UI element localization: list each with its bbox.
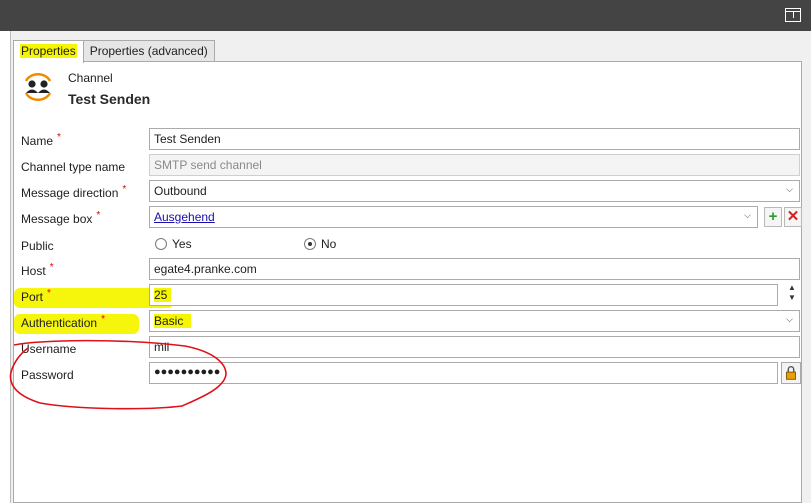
tab-properties-label: Properties <box>20 44 77 58</box>
port-value: 25 <box>154 288 172 302</box>
username-row: Username mil <box>14 334 803 358</box>
authentication-dropdown[interactable]: Basic ⌵ <box>149 310 800 332</box>
host-field[interactable]: egate4.pranke.com <box>149 258 800 280</box>
public-no-radio[interactable]: No <box>304 237 336 251</box>
channel-type-row: Channel type name SMTP send channel <box>14 152 803 176</box>
channel-type-field: SMTP send channel <box>149 154 800 176</box>
channel-kind-label: Channel <box>68 71 113 85</box>
password-field[interactable]: ●●●●●●●●●● <box>149 362 778 384</box>
name-row: Name * Test Senden <box>14 126 803 150</box>
channel-name-title: Test Senden <box>68 91 151 107</box>
add-message-box-button[interactable]: + <box>764 207 782 227</box>
port-row: Port * 25 ▲ ▼ <box>14 282 803 306</box>
radio-icon <box>155 238 167 250</box>
window-title-bar <box>0 0 811 31</box>
properties-frame: Properties Properties (advanced) Channel… <box>10 31 811 503</box>
public-no-label: No <box>321 237 337 251</box>
plus-icon: + <box>768 208 778 225</box>
password-row: Password ●●●●●●●●●● <box>14 360 803 384</box>
lock-icon <box>786 366 796 380</box>
public-yes-radio[interactable]: Yes <box>155 237 192 251</box>
public-label: Public <box>21 239 54 253</box>
radio-selected-icon <box>304 238 316 250</box>
chevron-down-icon: ⌵ <box>744 210 751 220</box>
name-label: Name * <box>21 132 61 148</box>
message-direction-dropdown[interactable]: Outbound ⌵ <box>149 180 800 202</box>
remove-message-box-button[interactable]: ✕ <box>784 207 802 227</box>
message-direction-label: Message direction * <box>21 184 127 200</box>
host-row: Host * egate4.pranke.com <box>14 256 803 280</box>
properties-content: Channel Test Senden Name * Test Senden Ch… <box>13 61 802 503</box>
message-box-link[interactable]: Ausgehend <box>154 210 215 224</box>
port-field[interactable]: 25 <box>149 284 778 306</box>
username-field[interactable]: mil <box>149 336 800 358</box>
spinner-arrows-icon[interactable]: ▲ ▼ <box>785 283 799 307</box>
message-direction-value: Outbound <box>154 184 207 198</box>
authentication-value: Basic <box>154 314 192 328</box>
message-direction-row: Message direction * Outbound ⌵ <box>14 178 803 202</box>
public-yes-label: Yes <box>172 237 192 251</box>
chevron-down-icon: ⌵ <box>786 314 793 324</box>
tab-strip: Properties Properties (advanced) <box>13 40 215 63</box>
public-row: Public Yes No <box>14 231 803 255</box>
channel-people-icon <box>24 73 52 101</box>
lock-button[interactable] <box>781 362 801 384</box>
x-icon: ✕ <box>786 208 800 225</box>
name-field[interactable]: Test Senden <box>149 128 800 150</box>
chevron-down-icon: ⌵ <box>786 184 793 194</box>
message-box-label: Message box * <box>21 210 101 226</box>
panel-toggle-icon[interactable] <box>785 8 801 22</box>
channel-type-label: Channel type name <box>21 160 126 174</box>
username-label: Username <box>21 342 77 356</box>
authentication-row: Authentication * Basic ⌵ <box>14 308 803 332</box>
tab-properties[interactable]: Properties <box>13 40 84 63</box>
host-label: Host * <box>21 262 54 278</box>
message-box-row: Message box * Ausgehend ⌵ + ✕ <box>14 204 803 228</box>
port-label: Port * <box>21 288 51 304</box>
tab-properties-advanced[interactable]: Properties (advanced) <box>82 40 215 62</box>
message-box-dropdown[interactable]: Ausgehend ⌵ <box>149 206 758 228</box>
authentication-label: Authentication * <box>21 314 105 330</box>
tab-properties-advanced-label: Properties (advanced) <box>89 44 208 58</box>
password-label: Password <box>21 368 74 382</box>
